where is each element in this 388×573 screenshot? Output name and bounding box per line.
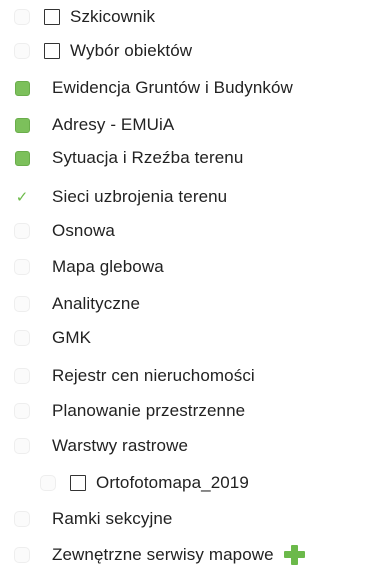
layer-label: Ortofotomapa_2019 [96, 473, 249, 492]
layer-label: Sytuacja i Rzeźba terenu [52, 148, 244, 167]
layer-state-full[interactable] [12, 78, 32, 98]
layer-state-empty[interactable] [12, 221, 32, 241]
layer-label: Szkicownik [70, 7, 156, 26]
layer-label: Warstwy rastrowe [52, 436, 189, 455]
checkbox[interactable] [44, 43, 60, 59]
layer-state-empty[interactable] [12, 366, 32, 386]
layer-row-osnowa[interactable]: Osnowa [0, 214, 388, 248]
layer-label: Sieci uzbrojenia terenu [52, 187, 228, 206]
layer-label: Planowanie przestrzenne [52, 401, 246, 420]
layer-row-sieci[interactable]: ✓ Sieci uzbrojenia terenu [0, 180, 388, 214]
layer-label: Adresy - EMUiA [52, 115, 175, 134]
layer-row-rejestr-cen[interactable]: Rejestr cen nieruchomości [0, 359, 388, 393]
layer-label: Osnowa [52, 221, 115, 240]
layer-row-sytuacja[interactable]: Sytuacja i Rzeźba terenu [0, 141, 388, 175]
layer-row-warstwy-rastrowe[interactable]: Warstwy rastrowe [0, 429, 388, 463]
layer-state-empty[interactable] [12, 328, 32, 348]
layer-row-adresy[interactable]: Adresy - EMUiA [0, 108, 388, 142]
layer-state-partial[interactable]: ✓ [12, 187, 32, 207]
layer-label: Rejestr cen nieruchomości [52, 366, 255, 385]
layer-row-szkicownik[interactable]: Szkicownik [0, 0, 388, 34]
layer-row-ramki-sekcyjne[interactable]: Ramki sekcyjne [0, 502, 388, 536]
layer-label: Wybór obiektów [70, 41, 193, 60]
layer-state-empty[interactable] [38, 473, 58, 493]
layer-state-empty[interactable] [12, 7, 32, 27]
layer-label: GMK [52, 328, 92, 347]
checkbox[interactable] [70, 475, 86, 491]
layer-label: Analityczne [52, 294, 141, 313]
layer-row-wybor-obiektow[interactable]: Wybór obiektów [0, 34, 388, 68]
layer-state-empty[interactable] [12, 257, 32, 277]
layer-row-gmk[interactable]: GMK [0, 321, 388, 355]
layer-state-full[interactable] [12, 148, 32, 168]
layer-state-empty[interactable] [12, 294, 32, 314]
layer-state-empty[interactable] [12, 436, 32, 456]
layer-state-empty[interactable] [12, 41, 32, 61]
layer-label: Mapa glebowa [52, 257, 164, 276]
checkmark-icon: ✓ [15, 188, 29, 206]
layer-row-mapa-glebowa[interactable]: Mapa glebowa [0, 250, 388, 284]
layer-label: Ewidencja Gruntów i Budynków [52, 78, 293, 97]
layer-state-empty[interactable] [12, 509, 32, 529]
layer-row-zewnetrzne-serwisy[interactable]: Zewnętrzne serwisy mapowe [0, 538, 388, 572]
layer-row-analityczne[interactable]: Analityczne [0, 287, 388, 321]
layer-state-empty[interactable] [12, 545, 32, 565]
layer-row-planowanie[interactable]: Planowanie przestrzenne [0, 394, 388, 428]
layer-state-full[interactable] [12, 115, 32, 135]
layer-label: Ramki sekcyjne [52, 509, 173, 528]
layer-row-ewidencja[interactable]: Ewidencja Gruntów i Budynków [0, 71, 388, 105]
plus-icon[interactable] [283, 544, 306, 566]
checkbox[interactable] [44, 9, 60, 25]
layer-state-empty[interactable] [12, 401, 32, 421]
layer-label: Zewnętrzne serwisy mapowe [52, 545, 274, 564]
layer-row-ortofotomapa[interactable]: Ortofotomapa_2019 [0, 466, 388, 500]
